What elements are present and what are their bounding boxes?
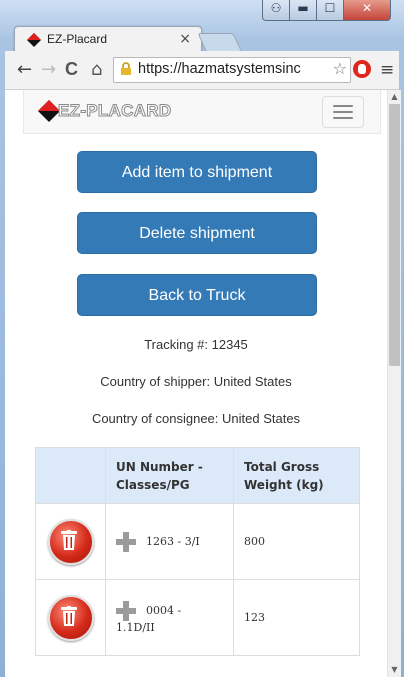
- un-number-cell: 1263 - 3/I: [105, 503, 234, 580]
- delete-cell: [35, 579, 106, 656]
- browser-toolbar: ← → C ⌂ https://hazmatsystemsinc ☆ ≡: [5, 51, 399, 90]
- table-header-row: UN Number - Classes/PG Total Gross Weigh…: [35, 447, 360, 504]
- maximize-button[interactable]: ☐: [316, 0, 344, 21]
- expand-plus-icon[interactable]: [116, 531, 136, 552]
- expand-plus-icon[interactable]: [116, 601, 136, 621]
- forward-arrow-icon[interactable]: →: [41, 59, 56, 80]
- gross-weight-cell: 800: [233, 503, 360, 580]
- user-icon: ⚇: [270, 1, 282, 15]
- header-gross-weight: Total Gross Weight (kg): [233, 447, 360, 504]
- vertical-scrollbar[interactable]: ▲ ▼: [387, 90, 401, 677]
- back-arrow-icon[interactable]: ←: [17, 59, 32, 80]
- close-icon: ✕: [361, 1, 373, 15]
- scroll-up-arrow-icon[interactable]: ▲: [388, 90, 401, 104]
- delete-shipment-button[interactable]: Delete shipment: [77, 212, 317, 254]
- minimize-button[interactable]: ▬: [289, 0, 317, 21]
- hamburger-bar: [333, 105, 353, 107]
- address-bar[interactable]: https://hazmatsystemsinc ☆: [113, 57, 351, 83]
- table-row: 1263 - 3/I 800: [35, 503, 360, 580]
- brand-name: EZ-PLACARD: [58, 101, 172, 121]
- header-actions: [35, 447, 106, 504]
- trash-icon: [60, 605, 77, 626]
- header-un-number: UN Number - Classes/PG: [105, 447, 234, 504]
- table-row: 0004 - 1.1D/II 123: [35, 579, 360, 656]
- add-item-button[interactable]: Add item to shipment: [77, 151, 317, 193]
- reload-icon[interactable]: C: [65, 59, 78, 80]
- consignee-country: Country of consignee: United States: [91, 411, 301, 426]
- home-icon[interactable]: ⌂: [91, 59, 102, 80]
- scroll-thumb[interactable]: [389, 104, 400, 366]
- hamburger-bar: [333, 117, 353, 119]
- browser-window: EZ-Placard × ⚇ ▬ ☐ ✕ ← → C ⌂ https://haz…: [0, 0, 404, 677]
- delete-cell: [35, 503, 106, 580]
- shipper-country: Country of shipper: United States: [100, 374, 292, 389]
- tab-title: EZ-Placard: [47, 32, 108, 46]
- new-tab-button[interactable]: [197, 33, 243, 53]
- lock-icon: [121, 62, 131, 75]
- maximize-icon: ☐: [324, 1, 336, 15]
- hamburger-bar: [333, 111, 353, 113]
- site-navbar: EZ-PLACARD: [23, 90, 381, 134]
- bookmark-star-icon[interactable]: ☆: [333, 59, 347, 78]
- un-number-cell: 0004 - 1.1D/II: [105, 579, 234, 656]
- minimize-icon: ▬: [297, 1, 309, 15]
- tab-close-icon[interactable]: ×: [179, 31, 191, 47]
- gross-weight-cell: 123: [233, 579, 360, 656]
- close-window-button[interactable]: ✕: [343, 0, 391, 21]
- tracking-number: Tracking #: 12345: [144, 337, 248, 352]
- placard-diamond-icon: [38, 100, 60, 122]
- user-profile-button[interactable]: ⚇: [262, 0, 290, 21]
- url-text: https://hazmatsystemsinc: [138, 61, 301, 77]
- shipment-items-table: UN Number - Classes/PG Total Gross Weigh…: [35, 447, 360, 656]
- hamburger-menu-button[interactable]: [322, 96, 364, 128]
- trash-icon: [60, 529, 77, 550]
- chrome-menu-icon[interactable]: ≡: [380, 60, 394, 80]
- page-viewport: EZ-PLACARD Add item to shipment Delete s…: [5, 90, 387, 677]
- ez-placard-favicon-icon: [27, 33, 41, 47]
- delete-item-button[interactable]: [47, 518, 94, 565]
- back-to-truck-button[interactable]: Back to Truck: [77, 274, 317, 316]
- scroll-down-arrow-icon[interactable]: ▼: [388, 663, 401, 677]
- stop-extension-icon[interactable]: [353, 60, 371, 78]
- un-number-value: 1263 - 3/I: [146, 534, 200, 548]
- browser-tab[interactable]: EZ-Placard ×: [14, 26, 202, 53]
- delete-item-button[interactable]: [47, 594, 94, 641]
